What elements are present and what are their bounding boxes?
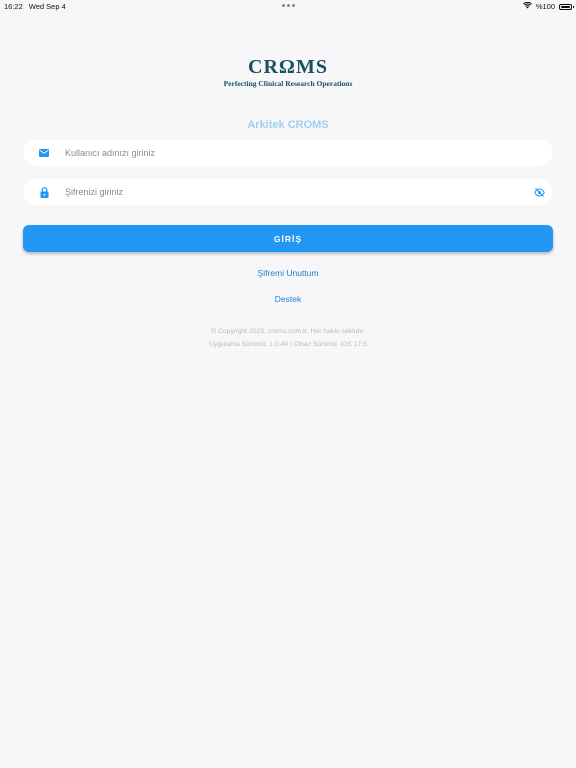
- logo-tagline: Perfecting Clinical Research Operations: [223, 79, 353, 88]
- wifi-icon: [522, 1, 532, 11]
- password-field[interactable]: [23, 179, 553, 205]
- croms-logo: CRΩMS Perfecting Clinical Research Opera…: [0, 56, 576, 88]
- password-input[interactable]: [65, 187, 533, 197]
- support-link[interactable]: Destek: [0, 294, 576, 304]
- login-button[interactable]: GİRİŞ: [23, 225, 553, 252]
- envelope-icon: [39, 148, 49, 158]
- forgot-password-link[interactable]: Şifremi Unuttum: [0, 268, 576, 278]
- status-bar: 16:22 Wed Sep 4 %100: [0, 0, 576, 12]
- status-time: 16:22: [4, 2, 23, 11]
- status-right: %100: [522, 1, 574, 11]
- status-left: 16:22 Wed Sep 4: [4, 2, 66, 11]
- logo-mark: CRΩMS: [248, 56, 328, 78]
- status-date: Wed Sep 4: [28, 2, 66, 11]
- username-input[interactable]: [65, 148, 553, 158]
- login-screen: 16:22 Wed Sep 4 %100 CRΩMS Perfecting Cl…: [0, 0, 576, 768]
- eye-off-icon[interactable]: [533, 186, 545, 198]
- username-field[interactable]: [23, 140, 553, 166]
- version-text: Uygulama Sürümü: 1.0.49 | Cihaz Sürümü: …: [209, 341, 367, 348]
- lock-icon: [39, 186, 49, 198]
- copyright-text: © Copyright 2023, croms.com.tr. Her hakk…: [211, 328, 365, 335]
- multitasking-dots-icon[interactable]: [282, 4, 295, 7]
- app-title: Arkitek CROMS: [247, 119, 329, 131]
- battery-percent: %100: [535, 2, 555, 11]
- battery-icon: [559, 3, 574, 10]
